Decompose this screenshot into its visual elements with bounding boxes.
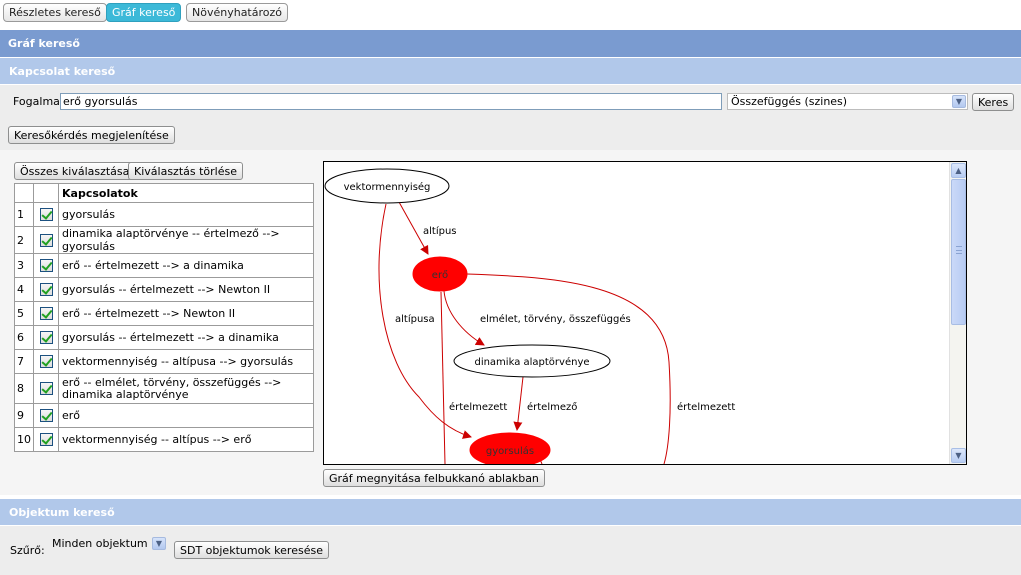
edge-label-altipus: altípus: [423, 225, 457, 237]
row-number: 3: [14, 253, 34, 278]
row-text: erő: [58, 403, 314, 428]
node-label-gyorsulas: gyorsulás: [486, 445, 534, 457]
chevron-down-icon[interactable]: ▼: [952, 95, 966, 108]
node-label-ero: erő: [432, 269, 448, 281]
row-checkbox[interactable]: [39, 307, 53, 321]
fogalmak-input[interactable]: erő gyorsulás: [60, 93, 722, 110]
edge-label-ertelmezett-2: értelmezett: [677, 401, 735, 413]
fogalmak-label: Fogalmak: [13, 95, 67, 108]
relations-table: Kapcsolatok 1 gyorsulás 2 dinamika alapt…: [14, 183, 314, 452]
grip-icon: [956, 246, 962, 254]
table-row: 2 dinamika alaptörvénye -- értelmező -->…: [14, 226, 314, 254]
table-row: 4 gyorsulás -- értelmezett --> Newton II: [14, 277, 314, 302]
table-row: 10 vektormennyiség -- altípus --> erő: [14, 427, 314, 452]
tab-novenyhatarozo[interactable]: Növényhatározó: [186, 3, 288, 22]
show-query-button[interactable]: Keresőkérdés megjelenítése: [8, 126, 175, 144]
row-text: gyorsulás -- értelmezett --> a dinamika: [58, 325, 314, 350]
sdt-search-button[interactable]: SDT objektumok keresése: [174, 541, 329, 559]
row-checkbox[interactable]: [39, 259, 53, 273]
table-row: 8 erő -- elmélet, törvény, összefüggés -…: [14, 373, 314, 404]
row-text: vektormennyiség -- altípusa --> gyorsulá…: [58, 349, 314, 374]
graf-kereso-header: Gráf kereső: [0, 30, 1021, 57]
filter-select[interactable]: Minden objektum ▼: [48, 535, 168, 552]
edge-label-elmelet: elmélet, törvény, összefüggés: [480, 313, 631, 325]
row-checkbox[interactable]: [39, 409, 53, 423]
table-row: 9 erő: [14, 403, 314, 428]
row-checkbox[interactable]: [39, 208, 53, 222]
graph-canvas: vektormennyiség erő dinamika alaptörvény…: [324, 168, 735, 464]
node-label-vektormennyiseg: vektormennyiség: [344, 181, 431, 193]
row-text: vektormennyiség -- altípus --> erő: [58, 427, 314, 452]
table-row: 7 vektormennyiség -- altípusa --> gyorsu…: [14, 349, 314, 374]
tab-reszletes-kereso[interactable]: Részletes kereső: [3, 3, 107, 22]
row-number: 6: [14, 325, 34, 350]
row-text: erő -- értelmezett --> a dinamika: [58, 253, 314, 278]
top-tab-bar: Részletes kereső Gráf kereső Növényhatár…: [0, 0, 1021, 28]
row-text: gyorsulás: [58, 202, 314, 227]
row-number: 10: [14, 427, 34, 452]
row-number: 8: [14, 373, 34, 404]
graph-scrollbar[interactable]: ▲ ▼: [949, 162, 966, 464]
row-number: 5: [14, 301, 34, 326]
header-kapcsolatok: Kapcsolatok: [58, 183, 314, 203]
row-checkbox[interactable]: [39, 331, 53, 345]
row-number: 7: [14, 349, 34, 374]
header-num: [14, 183, 34, 203]
row-checkbox[interactable]: [39, 233, 53, 247]
row-checkbox[interactable]: [39, 433, 53, 447]
scroll-up-icon[interactable]: ▲: [951, 163, 966, 178]
filter-select-value: Minden objektum: [52, 537, 148, 550]
row-number: 1: [14, 202, 34, 227]
scroll-thumb[interactable]: [951, 179, 966, 325]
header-check: [33, 183, 59, 203]
chevron-down-icon[interactable]: ▼: [152, 537, 166, 550]
edge-ero-down: [440, 291, 446, 464]
row-number: 4: [14, 277, 34, 302]
edge-ero-dinamika: [443, 290, 485, 346]
relation-select[interactable]: Összefüggés (szines) ▼: [727, 93, 968, 110]
row-text: erő -- értelmezett --> Newton II: [58, 301, 314, 326]
open-popup-button[interactable]: Gráf megnyitása felbukkanó ablakban: [323, 469, 545, 487]
row-checkbox[interactable]: [39, 382, 53, 396]
graph-view[interactable]: vektormennyiség erő dinamika alaptörvény…: [323, 161, 967, 465]
row-number: 9: [14, 403, 34, 428]
edge-label-altipusa: altípusa: [395, 313, 435, 325]
kapcsolat-kereso-header[interactable]: Kapcsolat kereső: [0, 57, 1021, 84]
row-text: dinamika alaptörvénye -- értelmező --> g…: [58, 226, 314, 254]
row-checkbox[interactable]: [39, 355, 53, 369]
tab-graf-kereso[interactable]: Gráf kereső: [106, 3, 182, 22]
edge-dinamika-gyorsulas: [513, 376, 524, 431]
row-text: erő -- elmélet, törvény, összefüggés -->…: [58, 373, 314, 404]
objektum-kereso-header[interactable]: Objektum kereső: [0, 498, 1021, 525]
table-row: 3 erő -- értelmezett --> a dinamika: [14, 253, 314, 278]
table-row: 1 gyorsulás: [14, 202, 314, 227]
szuro-label: Szűrő:: [10, 544, 45, 557]
clear-selection-button[interactable]: Kiválasztás törlése: [128, 162, 243, 180]
relation-select-value: Összefüggés (szines): [731, 95, 848, 108]
edge-label-ertelmezo: értelmező: [527, 401, 577, 413]
table-header-row: Kapcsolatok: [14, 183, 314, 203]
scroll-down-icon[interactable]: ▼: [951, 448, 966, 463]
select-all-button[interactable]: Összes kiválasztása: [14, 162, 136, 180]
row-checkbox[interactable]: [39, 283, 53, 297]
row-text: gyorsulás -- értelmezett --> Newton II: [58, 277, 314, 302]
edge-label-ertelmezett-1: értelmezett: [449, 401, 507, 413]
table-row: 5 erő -- értelmezett --> Newton II: [14, 301, 314, 326]
keres-button[interactable]: Keres: [972, 93, 1015, 111]
row-number: 2: [14, 226, 34, 254]
table-row: 6 gyorsulás -- értelmezett --> a dinamik…: [14, 325, 314, 350]
node-label-dinamika: dinamika alaptörvénye: [474, 356, 589, 368]
